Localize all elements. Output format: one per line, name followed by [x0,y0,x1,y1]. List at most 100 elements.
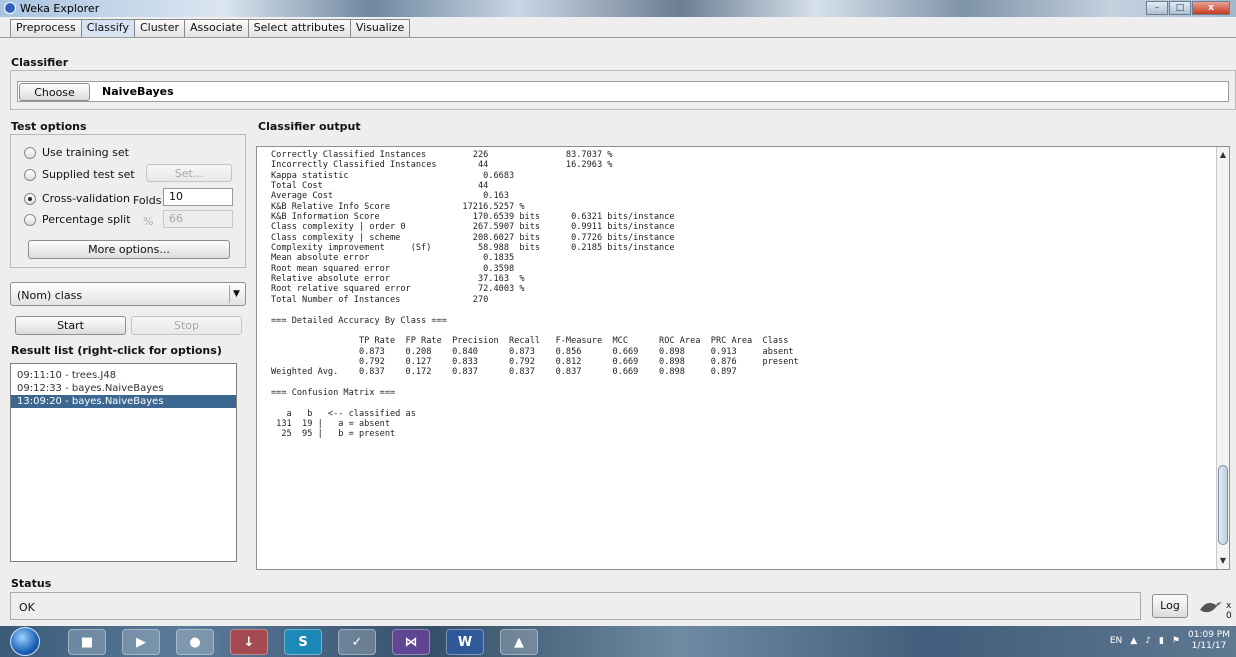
classifier-section-label: Classifier [11,56,69,69]
start-button[interactable]: Start [15,316,126,335]
system-tray: EN ▲ ♪ ▮ ⚑ 01:09 PM 1/11/17 [1110,630,1230,652]
radio-cross-validation[interactable]: Cross-validation [24,192,130,205]
output-line: TP Rate FP Rate Precision Recall F-Measu… [271,336,789,347]
output-line: Kappa statistic 0.6683 [271,170,515,181]
output-line: Root relative squared error 72.4003 % [271,284,525,295]
volume-icon[interactable]: ♪ [1145,636,1151,646]
folds-input[interactable]: 10 [163,188,233,206]
weka-taskbar-icon[interactable]: ✓ [338,629,376,655]
window-title: Weka Explorer [20,2,100,15]
log-button[interactable]: Log [1152,594,1188,618]
skype-icon[interactable]: S [284,629,322,655]
folds-label: Folds [133,194,162,207]
status-bar: OK [10,592,1141,620]
class-attribute-select[interactable]: (Nom) class ▼ [10,282,246,306]
file-explorer-icon[interactable]: ■ [68,629,106,655]
download-icon[interactable]: ↓ [230,629,268,655]
output-line: Weighted Avg. 0.837 0.172 0.837 0.837 0.… [271,367,737,378]
tab-associate[interactable]: Associate [184,19,249,37]
test-options-label: Test options [11,120,87,133]
set-button[interactable]: Set... [146,164,232,182]
radio-percentage-split[interactable]: Percentage split [24,213,131,226]
output-line: 25 95 | b = present [271,429,396,440]
stop-button[interactable]: Stop [131,316,242,335]
output-line: K&B Information Score 170.6539 bits 0.63… [271,212,675,223]
flag-icon[interactable]: ⚑ [1172,636,1180,646]
output-line: Total Number of Instances 270 [271,294,489,305]
output-line: a b <-- classified as [271,408,416,419]
language-indicator[interactable]: EN [1110,636,1122,646]
output-line: Average Cost 0.163 [271,191,509,202]
dropdown-arrow-icon: ▼ [229,285,243,303]
log-count: x 0 [1226,601,1232,621]
output-line: Complexity improvement (Sf) 58.988 bits … [271,243,675,254]
radio-selected-icon [24,192,36,205]
output-line: Mean absolute error 0.1835 [271,253,515,264]
output-scrollbar[interactable]: ▲ ▼ [1216,147,1229,569]
percent-symbol: % [143,215,154,228]
output-line: === Detailed Accuracy By Class === [271,315,447,326]
result-item[interactable]: 09:12:33 - bayes.NaiveBayes [11,382,236,395]
clock-time: 01:09 PM [1188,630,1230,640]
main-tabs: Preprocess Classify Cluster Associate Se… [10,19,411,37]
classifier-chooser: Choose NaiveBayes [17,81,1229,102]
result-item-selected[interactable]: 13:09:20 - bayes.NaiveBayes [11,395,236,408]
output-line: K&B Relative Info Score 17216.5257 % [271,201,525,212]
class-select-value: (Nom) class [17,289,83,302]
result-list[interactable]: 09:11:10 - trees.J48 09:12:33 - bayes.Na… [10,363,237,562]
result-list-label: Result list (right-click for options) [11,344,222,357]
radio-circle-icon [24,168,36,181]
classifier-name[interactable]: NaiveBayes [102,85,174,98]
choose-button[interactable]: Choose [19,83,90,101]
radio-circle-icon [24,213,36,226]
tab-select-attributes[interactable]: Select attributes [247,19,351,37]
classifier-output-panel[interactable]: Correctly Classified Instances 226 83.70… [256,146,1230,570]
radio-supplied-test-set[interactable]: Supplied test set [24,168,135,181]
clock[interactable]: 01:09 PM 1/11/17 [1188,630,1230,652]
radio-circle-icon [24,146,36,159]
status-text: OK [19,601,35,614]
scroll-down-icon[interactable]: ▼ [1217,555,1229,567]
weka-app-icon [4,2,16,14]
output-line: 0.792 0.127 0.833 0.792 0.812 0.669 0.89… [271,356,799,367]
output-line: Incorrectly Classified Instances 44 16.2… [271,160,613,171]
maximize-button[interactable]: □ [1169,1,1191,15]
output-line: === Confusion Matrix === [271,387,396,398]
classifier-output-text: Correctly Classified Instances 226 83.70… [271,150,799,440]
output-line: Relative absolute error 37.163 % [271,274,525,285]
scroll-up-icon[interactable]: ▲ [1217,149,1229,161]
title-bar: Weka Explorer – □ x [0,0,1236,17]
windows-taskbar: ■ ▶ ● ↓ S ✓ ⋈ W ▲ EN ▲ ♪ ▮ ⚑ 01:09 PM 1/… [0,626,1236,657]
tab-divider [0,37,1236,38]
tab-visualize[interactable]: Visualize [349,19,411,37]
percentage-input[interactable]: 66 [163,210,233,228]
scrollbar-thumb[interactable] [1218,465,1228,545]
tab-classify[interactable]: Classify [80,19,135,37]
output-line: Class complexity | order 0 267.5907 bits… [271,222,675,233]
visual-studio-icon[interactable]: ⋈ [392,629,430,655]
app-icon[interactable]: ▲ [500,629,538,655]
media-player-icon[interactable]: ▶ [122,629,160,655]
network-icon[interactable]: ▮ [1159,636,1164,646]
output-line: Total Cost 44 [271,181,489,192]
output-line: 131 19 | a = absent [271,418,390,429]
status-section-label: Status [11,577,52,590]
weka-bird-icon [1198,598,1224,616]
more-options-button[interactable]: More options... [28,240,230,259]
result-item[interactable]: 09:11:10 - trees.J48 [11,369,236,382]
output-line: Root mean squared error 0.3598 [271,263,515,274]
output-line: 0.873 0.208 0.840 0.873 0.856 0.669 0.89… [271,346,794,357]
radio-use-training-set[interactable]: Use training set [24,146,129,159]
word-icon[interactable]: W [446,629,484,655]
tab-cluster[interactable]: Cluster [133,19,185,37]
minimize-button[interactable]: – [1146,1,1168,15]
start-orb-icon[interactable] [10,627,40,656]
tray-arrow-icon[interactable]: ▲ [1130,636,1137,646]
chrome-icon[interactable]: ● [176,629,214,655]
tab-preprocess[interactable]: Preprocess [10,19,82,37]
close-button[interactable]: x [1192,1,1230,15]
